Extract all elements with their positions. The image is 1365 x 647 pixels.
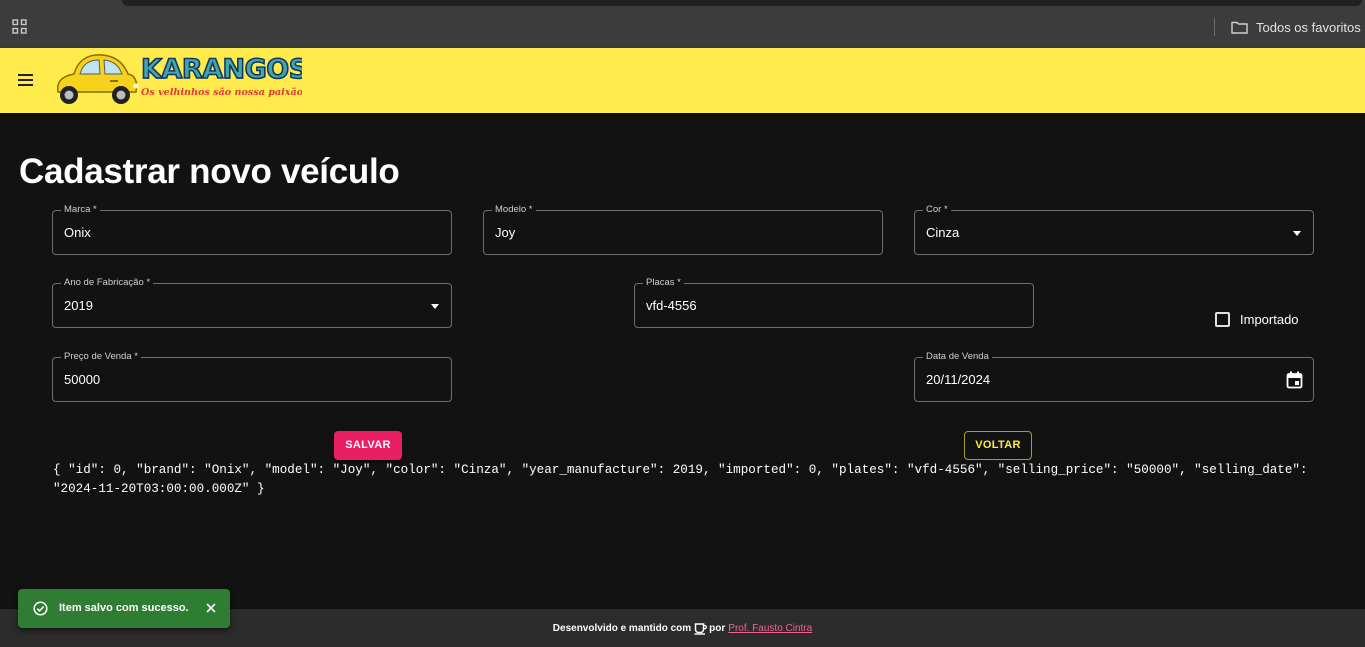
- json-output: { "id": 0, "brand": "Onix", "model": "Jo…: [53, 463, 1308, 496]
- apps-grid-icon[interactable]: [12, 19, 27, 34]
- price-value: 50000: [64, 372, 101, 387]
- page-title: Cadastrar novo veículo: [19, 152, 400, 191]
- color-select[interactable]: Cor * Cinza: [914, 204, 1314, 255]
- selling-date-label: Data de Venda: [923, 351, 992, 363]
- year-value: 2019: [64, 298, 93, 313]
- all-bookmarks-button[interactable]: Todos os favoritos: [1231, 17, 1361, 37]
- imported-checkbox[interactable]: Importado: [1215, 312, 1299, 327]
- menu-icon[interactable]: [16, 70, 36, 90]
- browser-bookmarks-bar: Todos os favoritos: [0, 0, 1365, 48]
- dropdown-arrow-icon: [431, 304, 439, 309]
- author-link[interactable]: Prof. Fausto Cintra: [728, 623, 812, 634]
- brand-value: Onix: [64, 225, 91, 240]
- address-bar-edge: [122, 0, 1362, 6]
- price-label: Preço de Venda *: [61, 351, 141, 363]
- back-button[interactable]: VOLTAR: [964, 431, 1032, 460]
- karangos-logo[interactable]: KARANGOS Os velhinhos são nossa paixão: [52, 50, 302, 110]
- folder-icon: [1231, 21, 1248, 34]
- price-field[interactable]: Preço de Venda * 50000: [52, 351, 452, 402]
- footer-text: Desenvolvido e mantido com: [552, 622, 692, 634]
- all-bookmarks-label: Todos os favoritos: [1256, 19, 1361, 35]
- bookmarks-separator: [1214, 18, 1215, 36]
- model-value: Joy: [495, 225, 516, 240]
- color-label: Cor *: [923, 204, 951, 216]
- model-label: Modelo *: [492, 204, 536, 216]
- year-select[interactable]: Ano de Fabricação * 2019: [52, 277, 452, 328]
- brand-field[interactable]: Marca * Onix: [52, 204, 452, 255]
- brand-label: Marca *: [61, 204, 100, 216]
- check-circle-icon: [33, 601, 48, 616]
- calendar-icon[interactable]: [1286, 371, 1303, 389]
- close-icon[interactable]: [206, 603, 216, 613]
- snackbar-message: Item salvo com sucesso.: [59, 602, 189, 614]
- logo-title: KARANGOS: [141, 54, 302, 85]
- plates-field[interactable]: Placas * vfd-4556: [634, 277, 1034, 328]
- success-snackbar: Item salvo com sucesso.: [18, 589, 230, 628]
- selling-date-field[interactable]: Data de Venda 20/11/2024: [914, 351, 1314, 402]
- selling-date-value: 20/11/2024: [926, 372, 991, 387]
- app-bar: KARANGOS Os velhinhos são nossa paixão: [0, 48, 1365, 113]
- save-button[interactable]: SALVAR: [334, 431, 402, 460]
- plates-value: vfd-4556: [646, 298, 697, 313]
- plates-label: Placas *: [643, 277, 684, 289]
- dropdown-arrow-icon: [1293, 231, 1301, 236]
- logo-slogan: Os velhinhos são nossa paixão: [141, 87, 302, 98]
- imported-label: Importado: [1240, 312, 1299, 327]
- year-label: Ano de Fabricação *: [61, 277, 154, 289]
- coffee-cup-icon: [694, 622, 708, 635]
- color-value: Cinza: [926, 225, 960, 240]
- footer-by: por: [709, 622, 726, 634]
- checkbox-unchecked-icon[interactable]: [1215, 312, 1230, 327]
- model-field[interactable]: Modelo * Joy: [483, 204, 883, 255]
